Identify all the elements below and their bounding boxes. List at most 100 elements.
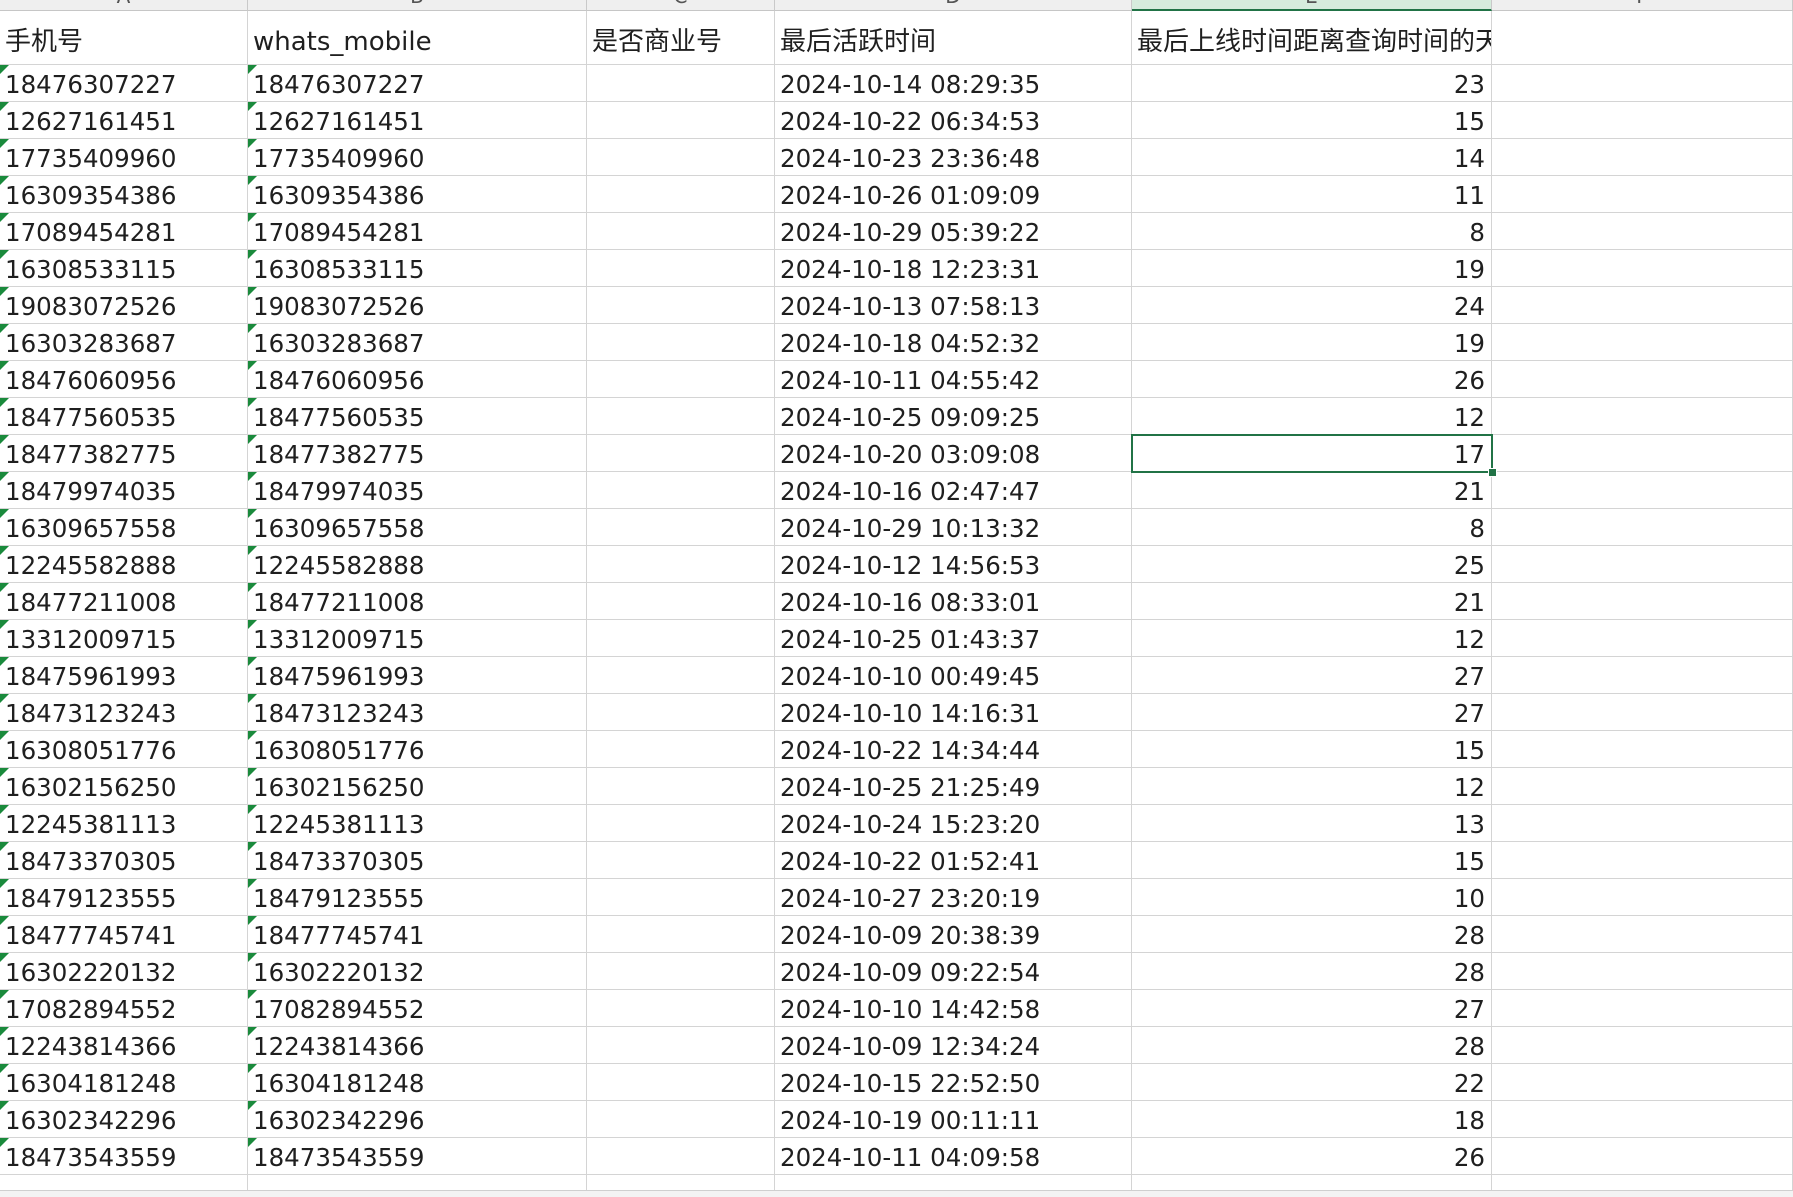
grid-cell[interactable] <box>1492 287 1793 324</box>
grid-cell[interactable]: 18477211008 <box>248 583 587 620</box>
grid-cell[interactable]: 2024-10-23 23:36:48 <box>775 139 1132 176</box>
column-header-d[interactable]: D <box>775 0 1132 11</box>
grid-cell[interactable]: 17082894552 <box>248 990 587 1027</box>
grid-cell[interactable]: 16309657558 <box>0 509 248 546</box>
grid-cell[interactable]: 10 <box>1132 879 1492 916</box>
spreadsheet-grid[interactable]: ABCDEF 手机号whats_mobile是否商业号最后活跃时间最后上线时间距… <box>0 0 1793 1197</box>
grid-cell[interactable] <box>1492 472 1793 509</box>
grid-cell[interactable]: 18473123243 <box>248 694 587 731</box>
grid-cell[interactable]: 2024-10-19 00:11:11 <box>775 1101 1132 1138</box>
grid-cell[interactable]: 18473370305 <box>248 842 587 879</box>
grid-cell[interactable] <box>587 287 775 324</box>
grid-cell[interactable] <box>587 398 775 435</box>
grid-cell[interactable] <box>587 805 775 842</box>
grid-cell[interactable] <box>1492 1064 1793 1101</box>
grid-cell[interactable]: 16308533115 <box>0 250 248 287</box>
grid-cell[interactable]: 17082894552 <box>0 990 248 1027</box>
grid-cell[interactable]: 2024-10-09 09:22:54 <box>775 953 1132 990</box>
grid-cell[interactable]: 26 <box>1132 1138 1492 1175</box>
grid-cell[interactable]: 16302220132 <box>248 953 587 990</box>
grid-cell[interactable]: 28 <box>1132 953 1492 990</box>
grid-cell[interactable]: 18473543559 <box>248 1138 587 1175</box>
grid-cell[interactable] <box>587 657 775 694</box>
grid-cell[interactable] <box>1492 768 1793 805</box>
grid-cell[interactable]: 18479123555 <box>0 879 248 916</box>
grid-cell[interactable] <box>587 139 775 176</box>
grid-cell[interactable] <box>1492 324 1793 361</box>
grid-cell[interactable]: 18477560535 <box>248 398 587 435</box>
grid-cell[interactable]: 12243814366 <box>0 1027 248 1064</box>
grid-cell[interactable]: 16304181248 <box>0 1064 248 1101</box>
grid-cell[interactable]: 2024-10-13 07:58:13 <box>775 287 1132 324</box>
grid-cell[interactable]: 16304181248 <box>248 1064 587 1101</box>
grid-cell[interactable] <box>1492 879 1793 916</box>
horizontal-scrollbar[interactable] <box>0 1190 1793 1197</box>
grid-cell[interactable]: 2024-10-09 12:34:24 <box>775 1027 1132 1064</box>
grid-cell[interactable]: 18473123243 <box>0 694 248 731</box>
grid-cell[interactable]: 17 <box>1132 435 1492 472</box>
grid-cell[interactable] <box>587 472 775 509</box>
grid-cell[interactable]: 2024-10-25 21:25:49 <box>775 768 1132 805</box>
grid-cell[interactable] <box>1492 398 1793 435</box>
grid-cell[interactable]: 12627161451 <box>248 102 587 139</box>
grid-cell[interactable]: 2024-10-26 01:09:09 <box>775 176 1132 213</box>
grid-cell[interactable]: 16309657558 <box>248 509 587 546</box>
grid-cell[interactable] <box>587 176 775 213</box>
grid-cell[interactable] <box>1492 620 1793 657</box>
grid-cell[interactable]: 28 <box>1132 916 1492 953</box>
grid-cell[interactable]: 2024-10-24 15:23:20 <box>775 805 1132 842</box>
grid-cell[interactable] <box>587 768 775 805</box>
grid-cell[interactable]: 17735409960 <box>0 139 248 176</box>
grid-cell[interactable]: 18476307227 <box>248 65 587 102</box>
grid-cell[interactable]: 2024-10-11 04:09:58 <box>775 1138 1132 1175</box>
grid-cell[interactable]: 18475961993 <box>248 657 587 694</box>
grid-cell[interactable] <box>1492 213 1793 250</box>
grid-cell[interactable]: 16302156250 <box>248 768 587 805</box>
grid-cell[interactable]: 2024-10-18 12:23:31 <box>775 250 1132 287</box>
grid-cell[interactable]: 16303283687 <box>248 324 587 361</box>
header-cell[interactable]: 最后活跃时间 <box>775 11 1132 65</box>
grid-cell[interactable]: 16309354386 <box>0 176 248 213</box>
grid-cell[interactable]: 21 <box>1132 472 1492 509</box>
grid-cell[interactable]: 2024-10-11 04:55:42 <box>775 361 1132 398</box>
grid-cell[interactable]: 2024-10-29 10:13:32 <box>775 509 1132 546</box>
fill-handle[interactable] <box>1488 468 1497 477</box>
column-header-f[interactable]: F <box>1492 0 1793 11</box>
grid-cell[interactable] <box>587 1064 775 1101</box>
grid-cell[interactable] <box>1492 731 1793 768</box>
grid-cell[interactable] <box>587 990 775 1027</box>
grid-cell[interactable] <box>587 916 775 953</box>
grid-cell[interactable]: 17735409960 <box>248 139 587 176</box>
grid-cell[interactable]: 16303283687 <box>0 324 248 361</box>
header-cell[interactable] <box>1492 11 1793 65</box>
grid-cell[interactable] <box>1492 361 1793 398</box>
grid-cell[interactable]: 2024-10-16 08:33:01 <box>775 583 1132 620</box>
grid-cell[interactable]: 13312009715 <box>0 620 248 657</box>
grid-cell[interactable]: 16302342296 <box>0 1101 248 1138</box>
grid-cell[interactable]: 18479974035 <box>248 472 587 509</box>
grid-cell[interactable]: 8 <box>1132 509 1492 546</box>
grid-cell[interactable] <box>587 1101 775 1138</box>
grid-cell[interactable]: 17089454281 <box>0 213 248 250</box>
grid-cell[interactable] <box>587 1138 775 1175</box>
grid-cell[interactable] <box>587 250 775 287</box>
header-cell[interactable]: 最后上线时间距离查询时间的天数 <box>1132 11 1492 65</box>
column-header-a[interactable]: A <box>0 0 248 11</box>
grid-cell[interactable] <box>587 842 775 879</box>
grid-cell[interactable] <box>1492 250 1793 287</box>
grid-cell[interactable]: 16302220132 <box>0 953 248 990</box>
grid-cell[interactable]: 13 <box>1132 805 1492 842</box>
grid-cell[interactable]: 16302156250 <box>0 768 248 805</box>
grid-cell[interactable]: 15 <box>1132 842 1492 879</box>
grid-cell[interactable]: 12245381113 <box>248 805 587 842</box>
grid-cell[interactable]: 12 <box>1132 398 1492 435</box>
grid-cell[interactable] <box>1492 509 1793 546</box>
grid-cell[interactable] <box>1492 1101 1793 1138</box>
grid-cell[interactable]: 27 <box>1132 694 1492 731</box>
grid-cell[interactable]: 15 <box>1132 102 1492 139</box>
grid-cell[interactable]: 12627161451 <box>0 102 248 139</box>
grid-cell[interactable]: 18475961993 <box>0 657 248 694</box>
grid-cell[interactable]: 2024-10-09 20:38:39 <box>775 916 1132 953</box>
grid-cell[interactable]: 2024-10-25 09:09:25 <box>775 398 1132 435</box>
grid-cell[interactable] <box>1492 953 1793 990</box>
